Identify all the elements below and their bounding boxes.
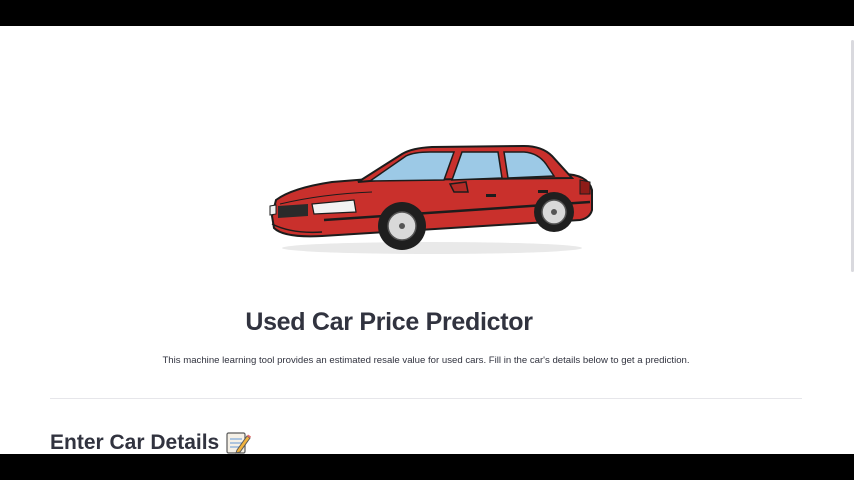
section-heading: Enter Car Details (50, 429, 252, 454)
page-title: Used Car Price Predictor (245, 308, 533, 336)
page-description: This machine learning tool provides an e… (162, 355, 690, 366)
section-divider (50, 398, 802, 399)
app-viewport: Used Car Price Predictor This machine le… (0, 26, 854, 454)
memo-icon (225, 431, 252, 454)
hero-car-image (262, 108, 602, 258)
section-heading-text: Enter Car Details (50, 431, 220, 454)
letterbox-top (0, 0, 854, 26)
letterbox-bottom (0, 454, 854, 480)
